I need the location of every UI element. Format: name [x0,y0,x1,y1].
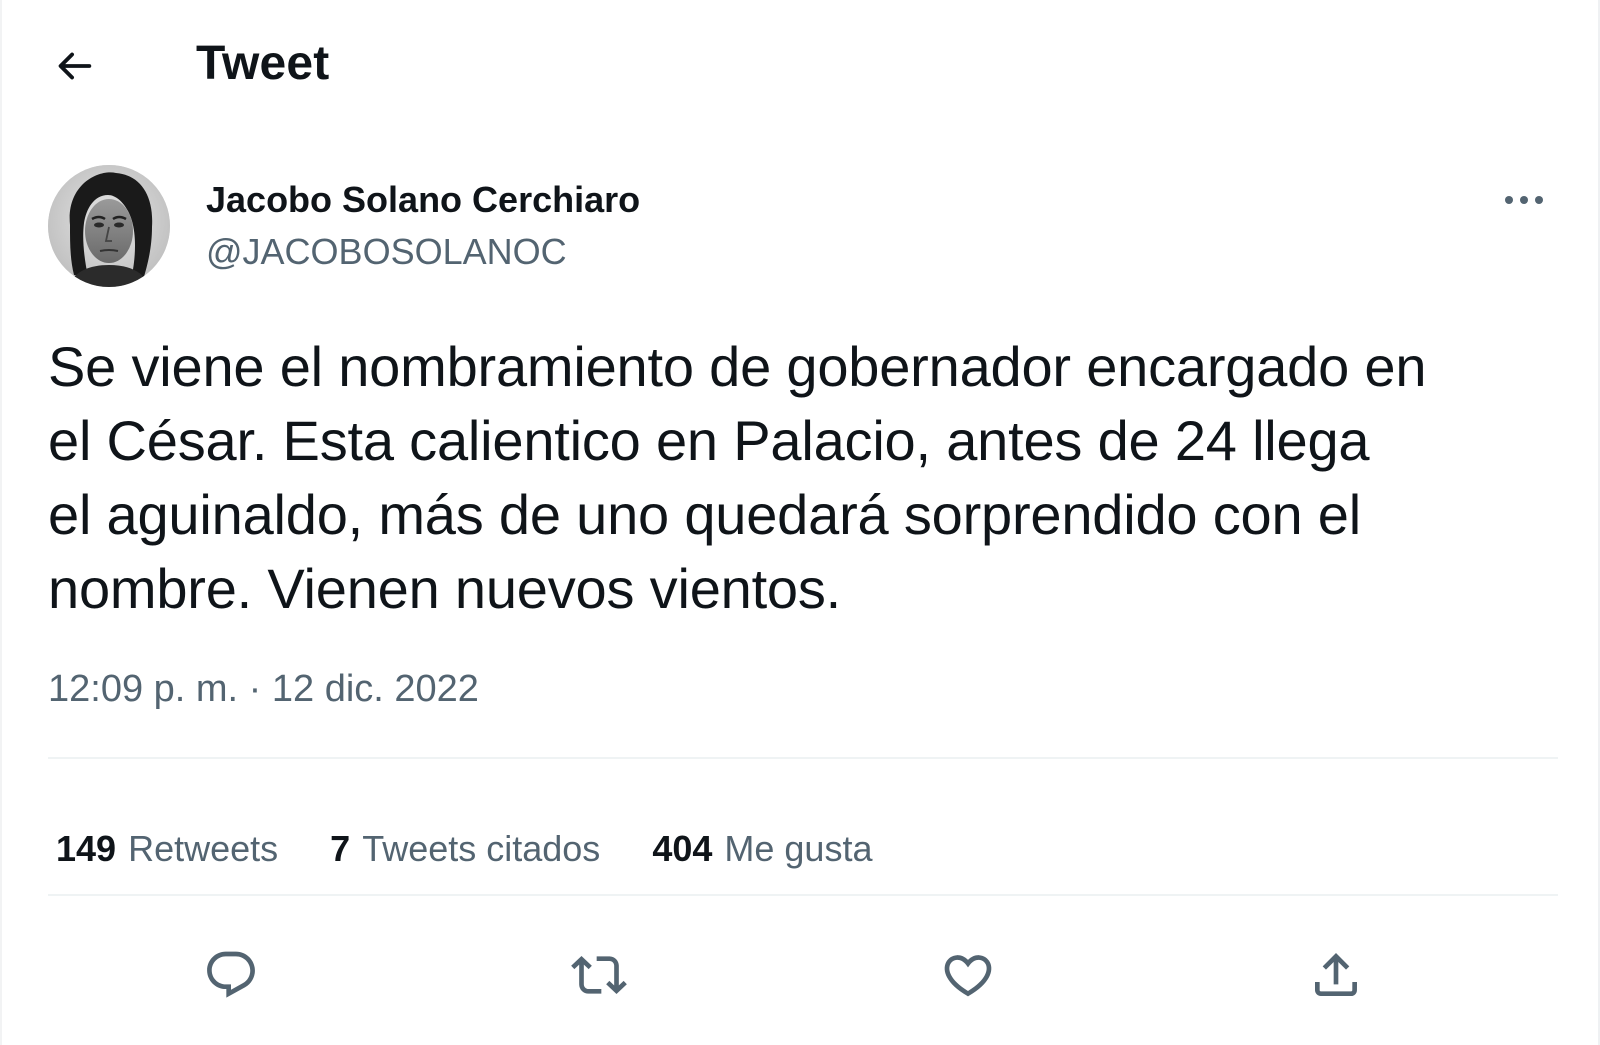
retweets-label: Retweets [128,828,279,869]
action-bar [2,935,1600,1015]
quote-tweets-label: Tweets citados [362,828,601,869]
avatar[interactable] [48,165,170,287]
tweet-detail-view: Tweet Jacobo Solano Cerchiaro @JACOBOSOL… [0,0,1600,1045]
retweet-icon [571,956,627,994]
like-icon [944,955,992,997]
like-button[interactable] [936,943,1000,1007]
retweets-count: 149 [56,828,117,869]
back-button[interactable] [48,40,100,92]
likes-count: 404 [652,828,713,869]
author-handle[interactable]: @JACOBOSOLANOC [206,230,567,274]
arrow-left-icon [58,52,92,80]
tweet-timestamp[interactable]: 12:09 p. m. · 12 dic. 2022 [48,666,479,712]
share-icon [1315,953,1357,996]
reply-button[interactable] [199,943,263,1007]
likes-label: Me gusta [724,828,873,869]
likes-stat[interactable]: 404 Me gusta [652,828,872,870]
reply-icon [207,951,255,998]
retweet-button[interactable] [567,943,631,1007]
retweets-stat[interactable]: 149 Retweets [56,828,278,870]
divider [48,894,1558,896]
author-display-name[interactable]: Jacobo Solano Cerchiaro [206,178,640,222]
quote-tweets-count: 7 [330,828,351,869]
avatar-image [48,165,170,287]
top-bar: Tweet [2,0,1600,125]
page-title: Tweet [196,37,330,90]
more-options-button[interactable] [1498,184,1550,216]
tweet-text: Se viene el nombramiento de gobernador e… [48,335,1427,620]
more-horizontal-icon [1505,196,1543,204]
quote-tweets-stat[interactable]: 7 Tweets citados [330,828,600,870]
divider [48,757,1558,759]
engagement-stats: 149 Retweets 7 Tweets citados 404 Me gus… [56,826,924,872]
share-button[interactable] [1304,943,1368,1007]
